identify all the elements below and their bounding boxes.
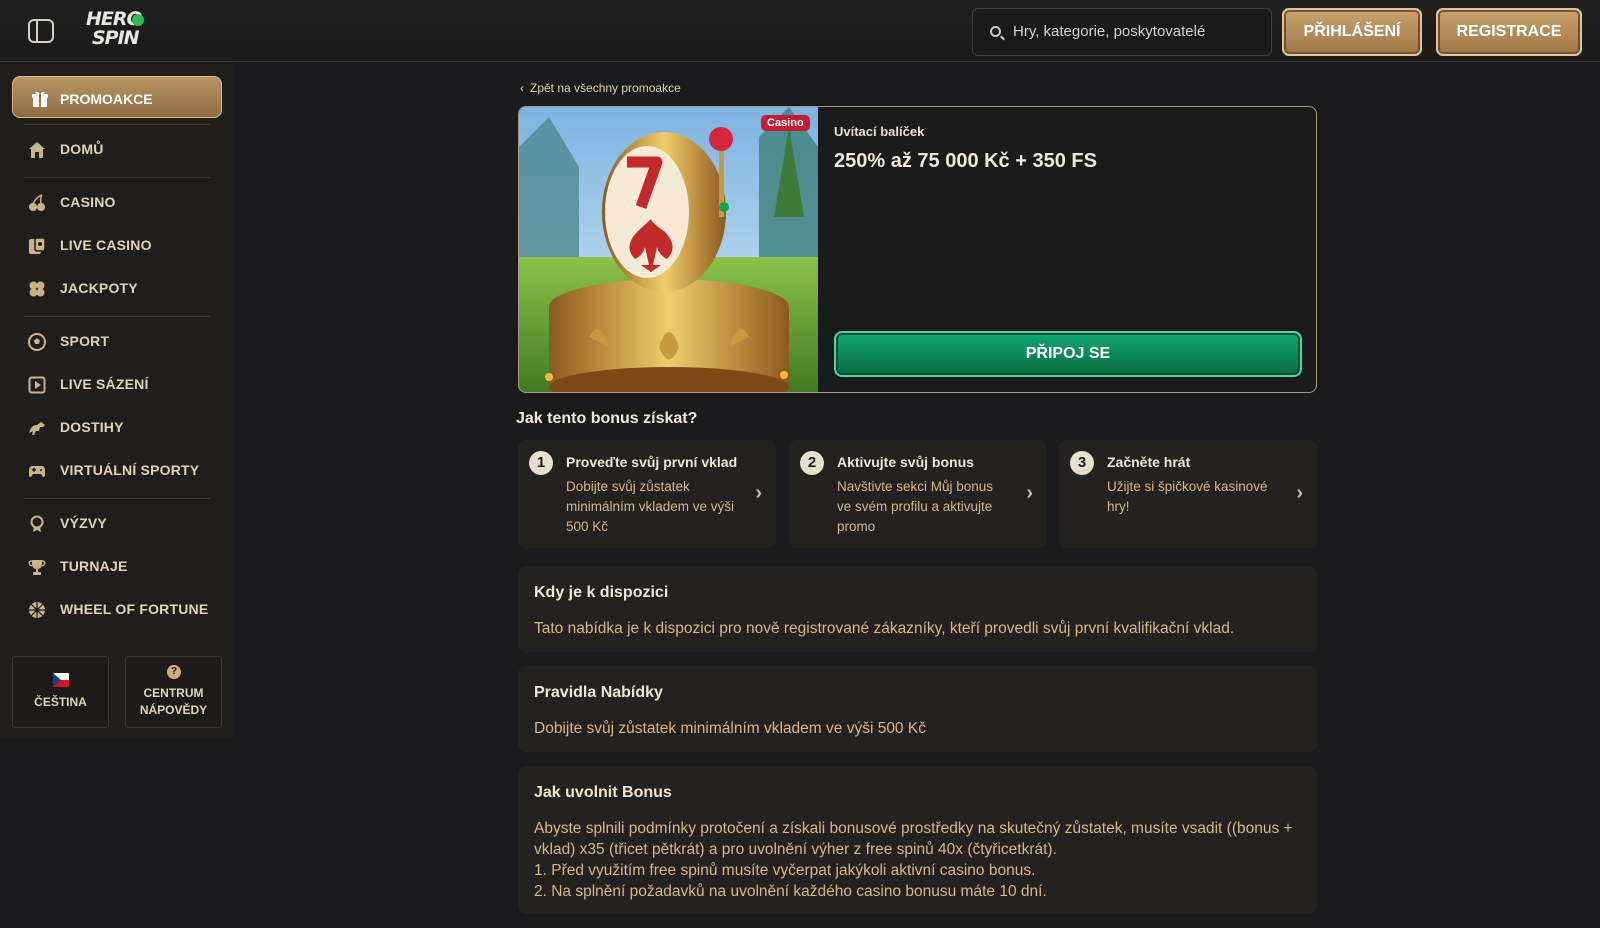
soccer-ball-icon [28,333,46,351]
help-label-line2: NÁPOVĚDY [139,703,208,717]
step-description: Užijte si špičkové kasinové hry! [1107,479,1268,514]
sidebar-item-label: JACKPOTY [60,280,138,296]
sidebar-item-label: LIVE SÁZENÍ [60,376,149,392]
divider [24,498,210,499]
czech-flag-icon [53,673,69,687]
section-text: 1. Před využitím free spinů musíte vyčer… [534,862,1036,879]
sidebar-item-label: PROMOAKCE [60,91,153,107]
sidebar-item-virtual-sports[interactable]: VIRTUÁLNÍ SPORTY [28,459,218,483]
section-text: Dobijte svůj zůstatek minimálním vkladem… [534,720,926,737]
sidebar-item-label: SPORT [60,333,110,349]
gift-icon [31,90,49,108]
section-title: Jak uvolnit Bonus [534,784,672,801]
sidebar-item-home[interactable]: DOMŮ [28,138,218,162]
sidebar-item-sport[interactable]: SPORT [28,330,218,354]
live-betting-icon [28,376,46,394]
offer-rules-section: Pravidla Nabídky Dobijte svůj zůstatek m… [518,666,1317,752]
sidebar-item-promotions[interactable]: PROMOAKCE [12,76,222,118]
chevron-right-icon: › [1026,482,1033,504]
question-mark-icon: ? [167,665,181,679]
login-button[interactable]: PŘIHLÁŠENÍ [1282,8,1422,56]
sidebar-item-tournaments[interactable]: TURNAJE [28,555,218,579]
step-description: Dobijte svůj zůstatek minimálním vkladem… [566,479,735,534]
wheel-icon [28,601,46,619]
sidebar-item-wheel-of-fortune[interactable]: WHEEL OF FORTUNE [28,598,218,622]
promo-subtitle: Uvítací balíček [834,124,925,139]
language-label: ČEŠTINA [34,695,87,709]
step-number: 3 [1070,451,1094,475]
sidebar-item-label: LIVE CASINO [60,237,152,253]
section-text: Tato nabídka je k dispozici pro nově reg… [534,620,1235,637]
language-selector[interactable]: ČEŠTINA [12,656,109,728]
sidebar-item-horse-racing[interactable]: DOSTIHY [28,416,218,440]
trophy-icon [28,558,46,576]
sidebar-item-label: WHEEL OF FORTUNE [60,601,209,617]
divider [24,177,210,178]
step-title: Proveďte svůj první vklad [566,454,738,470]
step-card[interactable]: 2 Aktivujte svůj bonus Navštivte sekci M… [789,440,1047,548]
promo-hero-card: Casino Uvítací balíček 250% až 75 000 Kč… [518,106,1317,393]
casino-badge: Casino [761,115,810,131]
step-card[interactable]: 1 Proveďte svůj první vklad Dobijte svůj… [518,440,776,548]
sidebar-item-live-betting[interactable]: LIVE SÁZENÍ [28,373,218,397]
sidebar-toggle-icon[interactable] [28,19,54,43]
sidebar-item-label: CASINO [60,194,116,210]
back-to-promotions-link[interactable]: ‹ Zpět na všechny promoakce [520,81,681,95]
join-button[interactable]: PŘIPOJ SE [834,331,1302,377]
clover-icon [28,280,46,298]
register-button[interactable]: REGISTRACE [1436,8,1582,56]
sidebar-item-label: VIRTUÁLNÍ SPORTY [60,462,200,478]
step-title: Aktivujte svůj bonus [837,454,974,470]
section-text: 2. Na splnění požadavků na uvolnění každ… [534,883,1047,900]
sidebar-item-label: DOMŮ [60,141,104,157]
cherry-icon [28,194,46,212]
home-icon [28,141,46,159]
sidebar-item-live-casino[interactable]: LIVE CASINO [28,234,218,258]
sidebar: PROMOAKCE DOMŮ CASINO LIVE CASINO JACKPO… [0,62,234,738]
divider [24,316,210,317]
how-to-get-heading: Jak tento bonus získat? [516,410,698,427]
sidebar-item-jackpots[interactable]: JACKPOTY [28,277,218,301]
help-label-line1: CENTRUM [143,686,204,700]
availability-section: Kdy je k dispozici Tato nabídka je k dis… [518,566,1317,652]
promo-title: 250% až 75 000 Kč + 350 FS [834,150,1097,172]
divider [24,124,210,125]
sidebar-item-label: VÝZVY [60,515,107,531]
sidebar-item-label: TURNAJE [60,558,128,574]
sidebar-item-casino[interactable]: CASINO [28,191,218,215]
chevron-right-icon: › [755,482,762,504]
medal-icon [28,515,46,533]
hero-spin-logo[interactable]: HERO SPIN [86,10,156,52]
sidebar-item-label: DOSTIHY [60,419,124,435]
search-icon [990,26,1001,37]
step-description: Navštivte sekci Můj bonus ve svém profil… [837,479,994,534]
step-card[interactable]: 3 Začněte hrát Užijte si špičkové kasino… [1059,440,1317,548]
section-text: Abyste splnili podmínky protočení a získ… [534,820,1293,858]
step-number: 2 [800,451,824,475]
slot-machine-illustration: Casino [519,107,818,392]
step-title: Začněte hrát [1107,454,1191,470]
search-placeholder: Hry, kategorie, poskytovatelé [1013,23,1206,40]
top-header: HERO SPIN Hry, kategorie, poskytovatelé … [0,0,1600,62]
chevron-right-icon: › [1296,482,1303,504]
gamepad-icon [28,462,46,480]
chevron-left-icon: ‹ [520,81,524,95]
live-casino-icon [28,237,46,255]
help-center-button[interactable]: ? CENTRUM NÁPOVĚDY [125,656,222,728]
step-number: 1 [529,451,553,475]
search-input[interactable]: Hry, kategorie, poskytovatelé [972,8,1272,56]
section-title: Kdy je k dispozici [534,584,669,601]
sidebar-item-challenges[interactable]: VÝZVY [28,512,218,536]
section-title: Pravidla Nabídky [534,684,663,701]
horse-icon [28,419,46,437]
release-bonus-section: Jak uvolnit Bonus Abyste splnili podmínk… [518,766,1317,914]
